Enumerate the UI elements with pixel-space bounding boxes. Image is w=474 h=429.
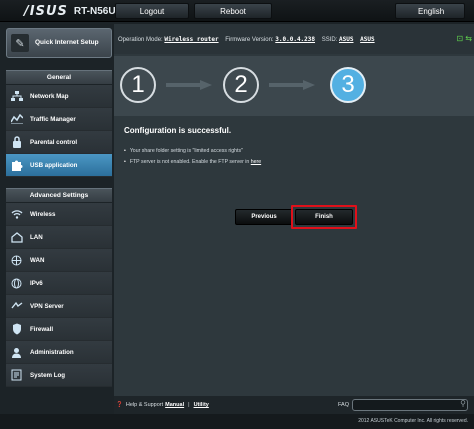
parental-control-icon xyxy=(10,136,23,149)
step-2-circle: 2 xyxy=(223,67,259,103)
advanced-menu: Wireless LAN WAN IPv6 VPN Server Firewal… xyxy=(6,203,112,387)
status-icons[interactable]: ⊡ ⇆ xyxy=(456,34,472,43)
asus-logo: /ISUS RT-N56U xyxy=(24,3,116,19)
wizard-steps: 1 2 3 xyxy=(114,56,474,116)
magic-wand-icon: ✎ xyxy=(11,34,29,52)
usb-status-icon[interactable]: ⊡ xyxy=(456,34,463,43)
sidebar-item-vpn-server[interactable]: VPN Server xyxy=(6,295,112,318)
usb-puzzle-icon xyxy=(10,159,23,172)
main-panel: Operation Mode: Wireless router Firmware… xyxy=(114,24,474,414)
sidebar: ✎ Quick Internet Setup General Network M… xyxy=(0,24,112,414)
footer-bar: ❓ Help & Support Manual | Utility FAQ ⚲ xyxy=(114,396,474,414)
administration-icon xyxy=(10,346,23,359)
success-heading: Configuration is successful. xyxy=(124,126,232,135)
sidebar-item-label: USB application xyxy=(30,161,78,169)
status-info-bar: Operation Mode: Wireless router Firmware… xyxy=(114,24,474,54)
sidebar-item-traffic-manager[interactable]: Traffic Manager xyxy=(6,108,112,131)
sidebar-item-label: Parental control xyxy=(30,138,78,146)
sidebar-item-system-log[interactable]: System Log xyxy=(6,364,112,387)
router-admin-page: /ISUS RT-N56U Logout Reboot English ▼ ✎ … xyxy=(0,0,474,429)
firmware-label: Firmware Version: xyxy=(225,37,274,43)
sidebar-item-label: VPN Server xyxy=(30,302,64,310)
sidebar-item-ipv6[interactable]: IPv6 xyxy=(6,272,112,295)
language-select[interactable]: English ▼ xyxy=(395,3,465,35)
wizard-content: Configuration is successful. Your share … xyxy=(114,116,474,414)
copyright-text: 2012 ASUSTeK Computer Inc. All rights re… xyxy=(0,414,474,429)
ipv6-globe-icon xyxy=(10,277,23,290)
help-icon: ❓ xyxy=(116,402,123,408)
result-list: Your share folder setting is "limited ac… xyxy=(124,146,261,168)
ssid-link-1[interactable]: ASUS xyxy=(339,36,353,43)
help-support-label: Help & Support xyxy=(125,402,164,408)
ssid-label: SSID: xyxy=(321,37,338,43)
operation-mode-label: Operation Mode: xyxy=(118,37,163,43)
sidebar-item-label: System Log xyxy=(30,371,66,379)
brand-logo: /ISUS xyxy=(24,3,68,19)
sidebar-item-label: IPv6 xyxy=(30,279,43,287)
sidebar-item-label: Firewall xyxy=(30,325,54,333)
ssid-link-2[interactable]: ASUS xyxy=(360,36,374,43)
network-status-icon[interactable]: ⇆ xyxy=(465,34,472,43)
sidebar-item-administration[interactable]: Administration xyxy=(6,341,112,364)
wireless-icon xyxy=(10,208,23,221)
firewall-icon xyxy=(10,323,23,336)
faq-label: FAQ xyxy=(338,402,350,408)
list-item: FTP server is not enabled. Enable the FT… xyxy=(124,157,261,168)
network-map-icon xyxy=(10,90,23,103)
general-menu: Network Map Traffic Manager Parental con… xyxy=(6,85,112,177)
sidebar-item-label: Wireless xyxy=(30,210,56,218)
step-1-circle: 1 xyxy=(120,67,156,103)
step-arrow-icon xyxy=(269,80,315,90)
logout-button[interactable]: Logout xyxy=(115,3,189,19)
sidebar-item-label: Network Map xyxy=(30,92,69,100)
share-folder-note: Your share folder setting is "limited ac… xyxy=(129,148,243,154)
sidebar-item-label: WAN xyxy=(30,256,45,264)
language-value: English xyxy=(418,6,445,16)
system-log-icon xyxy=(10,369,23,382)
firmware-version-link[interactable]: 3.0.0.4.238 xyxy=(275,36,315,43)
faq-search-input[interactable] xyxy=(352,399,468,411)
search-icon[interactable]: ⚲ xyxy=(460,399,466,408)
finish-highlight-box xyxy=(291,205,357,229)
operation-mode-link[interactable]: Wireless router xyxy=(164,36,218,43)
quick-internet-setup-button[interactable]: ✎ Quick Internet Setup xyxy=(6,28,112,58)
sidebar-item-wan[interactable]: WAN xyxy=(6,249,112,272)
traffic-manager-icon xyxy=(10,113,23,126)
vpn-icon xyxy=(10,300,23,313)
sidebar-item-label: LAN xyxy=(30,233,43,241)
wan-globe-icon xyxy=(10,254,23,267)
advanced-section-title: Advanced Settings xyxy=(6,188,112,202)
sidebar-item-wireless[interactable]: Wireless xyxy=(6,203,112,226)
list-item: Your share folder setting is "limited ac… xyxy=(124,146,261,157)
general-section-title: General xyxy=(6,70,112,84)
lan-icon xyxy=(10,231,23,244)
reboot-button[interactable]: Reboot xyxy=(194,3,272,19)
sidebar-item-usb-application[interactable]: USB application xyxy=(6,154,112,177)
utility-link[interactable]: Utility xyxy=(194,402,209,408)
model-name: RT-N56U xyxy=(73,5,116,17)
sidebar-item-parental-control[interactable]: Parental control xyxy=(6,131,112,154)
top-header: /ISUS RT-N56U Logout Reboot English ▼ xyxy=(0,0,474,35)
sidebar-item-firewall[interactable]: Firewall xyxy=(6,318,112,341)
step-3-circle: 3 xyxy=(330,67,366,103)
sidebar-item-lan[interactable]: LAN xyxy=(6,226,112,249)
sidebar-item-label: Traffic Manager xyxy=(30,115,76,123)
footer-separator: | xyxy=(188,402,190,408)
previous-button[interactable]: Previous xyxy=(235,209,293,225)
step-arrow-icon xyxy=(166,80,212,90)
qis-label: Quick Internet Setup xyxy=(35,39,99,46)
sidebar-item-network-map[interactable]: Network Map xyxy=(6,85,112,108)
ftp-note: FTP server is not enabled. Enable the FT… xyxy=(129,159,250,165)
sidebar-item-label: Administration xyxy=(30,348,74,356)
ftp-here-link[interactable]: here xyxy=(251,159,261,165)
manual-link[interactable]: Manual xyxy=(165,402,184,408)
